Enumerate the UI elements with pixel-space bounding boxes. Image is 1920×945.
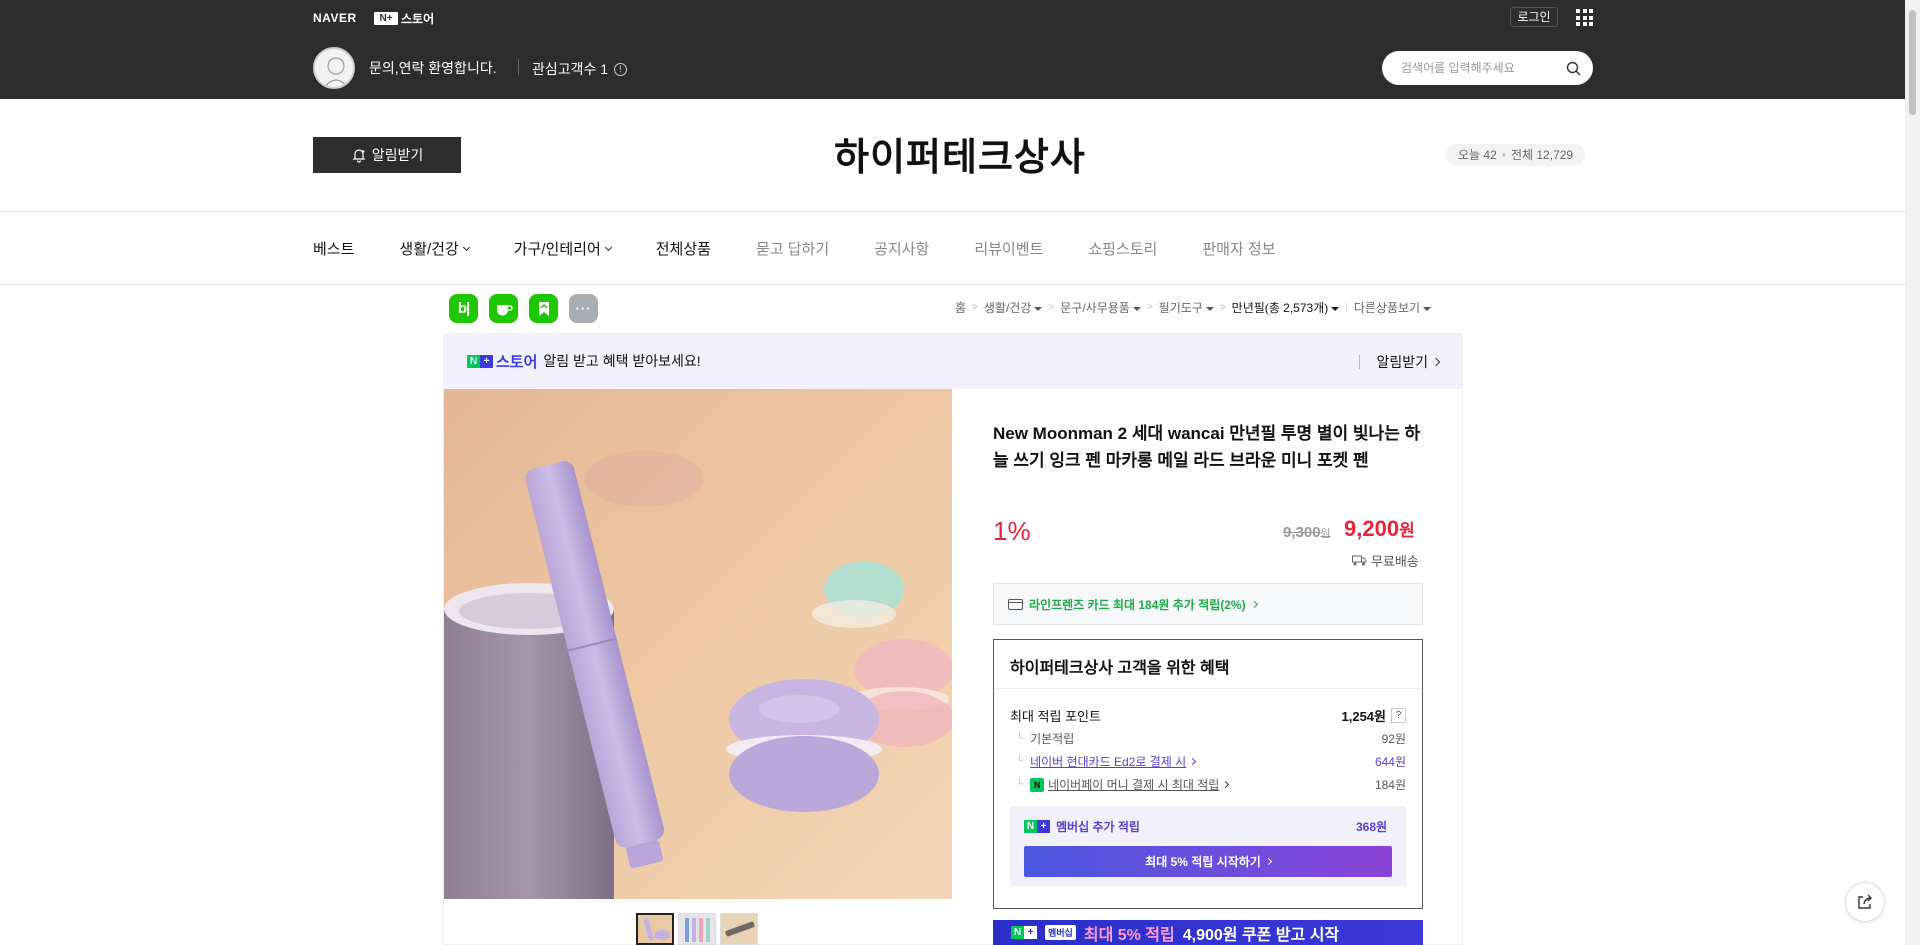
points-row-npay[interactable]: N네이버페이 머니 결제 시 최대 적립 184원	[1010, 776, 1406, 793]
card-offer[interactable]: 라인프렌즈 카드 최대 184원 추가 적립(2%)	[993, 583, 1423, 625]
nav-item-best[interactable]: 베스트	[313, 238, 354, 259]
nav-item-seller-info[interactable]: 판매자 정보	[1202, 238, 1275, 259]
notify-label: 알림받기	[371, 147, 424, 163]
points-row-hyundai[interactable]: 네이버 현대카드 Ed2로 결제 시 644원	[1010, 753, 1406, 770]
nplus-store-label: 스토어	[401, 12, 435, 26]
notify-banner: N + 스토어 알림 받고 혜택 받아보세요! 알림받기	[443, 333, 1463, 389]
max-points-value: 1,254원	[1341, 709, 1387, 724]
thumbnail-strip	[636, 913, 758, 945]
npay-icon: N	[1030, 777, 1045, 792]
store-nav: 베스트 생활/건강 가구/인테리어 전체상품 묻고 답하기 공지사항 리뷰이벤트…	[313, 238, 1321, 259]
nplus-store-logo[interactable]: N+ 스토어	[374, 10, 434, 27]
chevron-right-icon	[1264, 857, 1272, 866]
scrollbar-track[interactable]	[1905, 0, 1920, 945]
nav-item-furniture[interactable]: 가구/인테리어	[514, 238, 612, 259]
notify-button[interactable]: 알림받기	[313, 137, 461, 173]
chevron-down-icon	[604, 243, 612, 251]
banner-notify-link[interactable]: 알림받기	[1359, 352, 1441, 372]
promo-text: 4,900원 쿠폰 받고 시작	[1182, 926, 1340, 944]
visitor-count: 오늘 42 • 전체 12,729	[1446, 144, 1586, 166]
store-avatar[interactable]	[313, 47, 355, 89]
membership-value: 368원	[1356, 820, 1388, 834]
product-main-image[interactable]	[444, 389, 952, 899]
credit-card-icon	[1008, 598, 1023, 610]
shipping-info: 무료배송	[1352, 551, 1419, 570]
chevron-down-icon	[462, 243, 470, 251]
promo-tag: 멤버십	[1045, 925, 1076, 940]
store-name[interactable]: 하이퍼테크상사	[760, 126, 1160, 181]
visitor-total: 전체 12,729	[1510, 148, 1574, 162]
breadcrumb: 홈 > 생활/건강 > 문구/사무용품 > 필기도구 > 만년필(총 2,573…	[955, 299, 1432, 316]
chevron-right-icon	[1431, 357, 1441, 367]
info-icon[interactable]: !	[614, 62, 628, 76]
nav-item-living-health[interactable]: 생활/건강	[399, 238, 470, 259]
max-points-label: 최대 적립 포인트	[1010, 709, 1101, 724]
nav-item-review-event[interactable]: 리뷰이벤트	[974, 238, 1043, 259]
nplus-store-logo: N + 스토어	[467, 351, 537, 372]
nav-item-qna[interactable]: 묻고 답하기	[756, 238, 829, 259]
points-row-basic: 기본적립 92원	[1010, 730, 1406, 747]
search-bar	[1382, 51, 1593, 85]
nav-item-all-products[interactable]: 전체상품	[656, 238, 711, 259]
benefits-title: 하이퍼테크상사 고객을 위한 혜택	[1010, 660, 1230, 677]
blog-share-icon[interactable]: b|	[449, 294, 478, 323]
nav-item-notice[interactable]: 공지사항	[874, 238, 929, 259]
bell-icon	[352, 149, 366, 163]
discount-rate: 1%	[993, 516, 1031, 546]
store-welcome-text: 문의,연락 환영합니다.	[369, 60, 497, 76]
divider	[0, 284, 1905, 285]
product-title: New Moonman 2 세대 wancai 만년필 투명 별이 빛나는 하늘…	[993, 424, 1421, 470]
naver-logo[interactable]: NAVER	[313, 11, 357, 25]
divider	[994, 688, 1422, 689]
chevron-right-icon	[1250, 600, 1258, 608]
breadcrumb-item[interactable]: 문구/사무용품	[1060, 299, 1141, 316]
login-button[interactable]: 로그인	[1510, 7, 1558, 27]
interest-label: 관심고객수 1	[532, 61, 609, 77]
breadcrumb-item[interactable]: 생활/건강	[984, 299, 1043, 316]
banner-text: 알림 받고 혜택 받아보세요!	[543, 353, 701, 369]
search-icon[interactable]	[1566, 61, 1581, 76]
apps-grid-icon[interactable]	[1576, 9, 1593, 26]
thumbnail[interactable]	[636, 913, 674, 945]
truck-icon	[1352, 555, 1367, 566]
sale-price: 9,200원	[1344, 516, 1415, 541]
chevron-right-icon	[1222, 780, 1230, 789]
share-floating-button[interactable]	[1845, 882, 1885, 922]
nplus-badge: N+	[374, 12, 398, 25]
max-points-row: 최대 적립 포인트 1,254원 ?	[1010, 706, 1406, 725]
help-icon[interactable]: ?	[1391, 708, 1406, 723]
divider	[0, 211, 1905, 212]
breadcrumb-item[interactable]: 필기도구	[1159, 299, 1214, 316]
more-share-icon[interactable]: ···	[569, 294, 598, 323]
original-price: 9,300원	[1283, 524, 1331, 541]
search-input[interactable]	[1401, 61, 1566, 75]
bookmark-share-icon[interactable]	[529, 294, 558, 323]
interest-customers[interactable]: 관심고객수 1 !	[532, 59, 628, 79]
thumbnail[interactable]	[678, 913, 716, 945]
visitor-today: 오늘 42	[1458, 148, 1497, 162]
chevron-right-icon	[1189, 757, 1197, 766]
share-icon	[1858, 894, 1872, 909]
thumbnail[interactable]	[720, 913, 758, 945]
membership-label: N + 멤버십 추가 적립	[1024, 818, 1140, 835]
membership-promo-banner[interactable]: N + 멤버십 최대 5% 적립 4,900원 쿠폰 받고 시작	[993, 920, 1423, 945]
header-divider	[518, 59, 519, 75]
membership-start-button[interactable]: 최대 5% 적립 시작하기	[1024, 846, 1392, 877]
nav-item-shopping-story[interactable]: 쇼핑스토리	[1088, 238, 1157, 259]
cafe-share-icon[interactable]	[489, 294, 518, 323]
scrollbar-thumb[interactable]	[1909, 10, 1916, 115]
promo-highlight: 최대 5% 적립	[1083, 926, 1175, 944]
global-header	[0, 0, 1905, 99]
breadcrumb-home[interactable]: 홈	[955, 299, 966, 316]
other-products-link[interactable]: 다른상품보기	[1354, 299, 1432, 316]
breadcrumb-current[interactable]: 만년필(총 2,573개)	[1232, 299, 1340, 316]
